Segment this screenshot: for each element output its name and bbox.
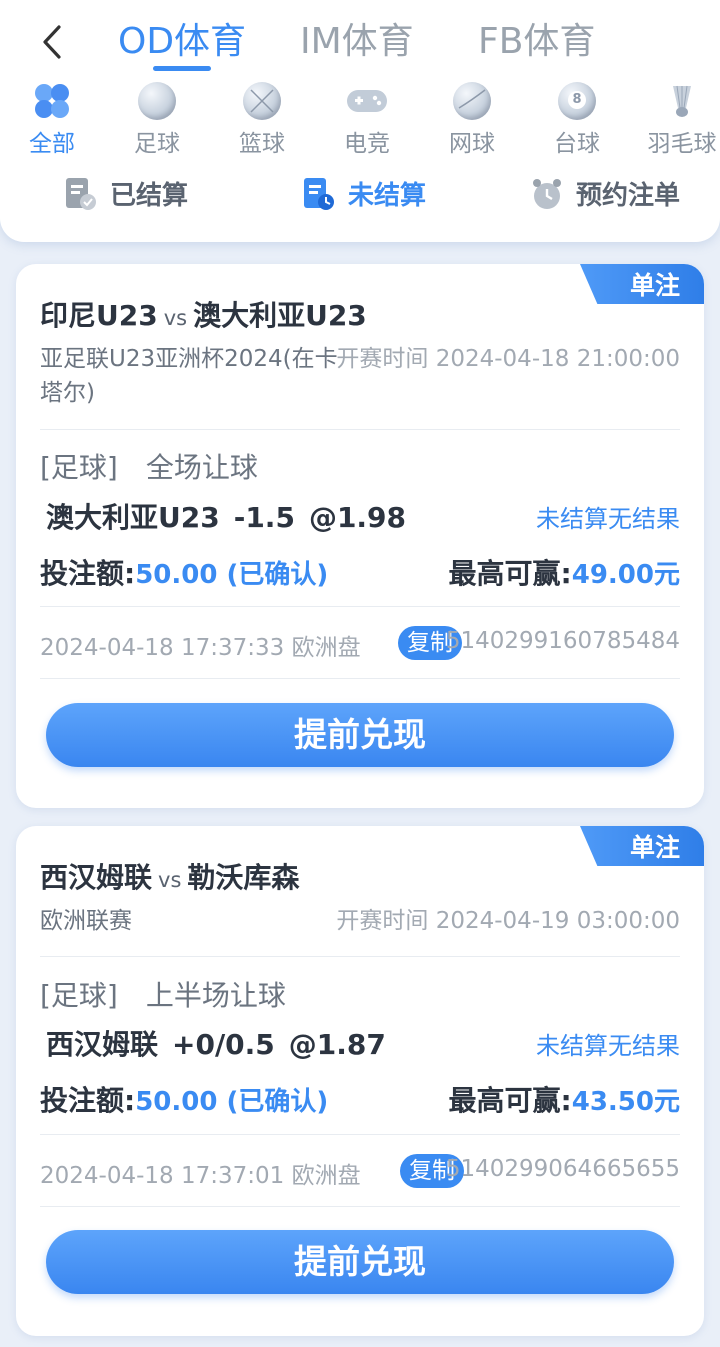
- max-win: 最高可赢:43.50元: [449, 1079, 680, 1119]
- max-win-value: 43.50元: [571, 1087, 680, 1117]
- sport-label: 篮球: [239, 131, 285, 157]
- away-team: 澳大利亚U23: [193, 299, 367, 332]
- sport-football[interactable]: 足球: [105, 80, 209, 158]
- odds: @1.87: [288, 1028, 386, 1061]
- bet-card: 单注 印尼U23 vs 澳大利亚U23 亚足联U23亚洲杯2024(在卡 塔尔) 开…: [16, 264, 704, 808]
- bet-type: [足球] 全场让球: [40, 446, 258, 486]
- divider: [40, 956, 680, 957]
- max-win-label: 最高可赢:: [448, 1084, 572, 1117]
- max-win: 最高可赢:49.00元: [449, 552, 680, 592]
- unsettled-icon: [302, 176, 336, 212]
- settled-icon: [64, 176, 98, 212]
- billiards-icon: 8: [558, 82, 596, 120]
- divider: [40, 1206, 680, 1207]
- all-icon: [33, 82, 71, 120]
- settlement-filter: 已结算 未结算 预约注单: [0, 175, 720, 221]
- stake: 投注额:50.00 (已确认): [40, 552, 328, 592]
- vs-label: vs: [163, 306, 188, 330]
- divider: [40, 429, 680, 430]
- provider-tabs: OD体育 IM体育 FB体育: [0, 14, 720, 74]
- handicap: +0/0.5: [172, 1028, 275, 1061]
- divider: [40, 678, 680, 679]
- football-icon: [138, 82, 176, 120]
- home-team: 印尼U23: [40, 299, 158, 332]
- sport-basketball[interactable]: 篮球: [210, 80, 314, 158]
- league-name: 亚足联U23亚洲杯2024(在卡: [40, 346, 338, 372]
- sport-filter: 全部 足球 篮球 电竞 网球 8 台球 羽毛球: [0, 80, 720, 160]
- sport-tennis[interactable]: 网球: [420, 80, 524, 158]
- max-win-value: 49.00元: [571, 560, 680, 590]
- divider: [40, 606, 680, 607]
- sport-label: 电竞: [344, 131, 390, 157]
- vs-label: vs: [158, 868, 182, 892]
- header: OD体育 IM体育 FB体育 全部 足球 篮球 电竞 网球 8 台球 羽毛球 已…: [0, 0, 720, 242]
- sport-label: 羽毛球: [647, 131, 717, 157]
- stake-label: 投注额:: [40, 557, 136, 590]
- tab-fb[interactable]: FB体育: [478, 14, 595, 70]
- order-number: 5140299160785484: [445, 628, 680, 654]
- filter-reserved[interactable]: 预约注单: [530, 175, 680, 212]
- placed-at: 2024-04-18 17:37:01 欧洲盘: [40, 1163, 361, 1189]
- cashout-button[interactable]: 提前兑现: [46, 703, 674, 767]
- filter-label: 预约注单: [576, 181, 681, 211]
- match-title: 印尼U23 vs 澳大利亚U23: [40, 294, 367, 334]
- filter-unsettled[interactable]: 未结算: [302, 175, 426, 212]
- sport-tag: [足球]: [40, 451, 118, 484]
- sport-badminton[interactable]: 羽毛球: [630, 80, 720, 158]
- league-name: 欧洲联赛: [40, 908, 132, 934]
- tab-im[interactable]: IM体育: [300, 14, 414, 70]
- basketball-icon: [243, 82, 281, 120]
- filter-label: 已结算: [110, 181, 189, 211]
- active-tab-indicator: [153, 66, 211, 71]
- filter-label: 未结算: [348, 181, 427, 211]
- alarm-clock-icon: [530, 176, 564, 212]
- divider: [40, 1134, 680, 1135]
- tab-od[interactable]: OD体育: [118, 14, 246, 70]
- cashout-button[interactable]: 提前兑现: [46, 1230, 674, 1294]
- sport-label: 全部: [29, 131, 75, 157]
- odds: @1.98: [308, 501, 407, 534]
- gamepad-icon: [345, 82, 389, 120]
- away-team: 勒沃库森: [187, 861, 300, 894]
- stake: 投注额:50.00 (已确认): [40, 1079, 328, 1119]
- sport-billiards[interactable]: 8 台球: [525, 80, 629, 158]
- placed-at: 2024-04-18 17:37:33 欧洲盘: [40, 635, 361, 661]
- bet-card: 单注 西汉姆联 vs 勒沃库森 欧洲联赛 开赛时间 2024-04-19 03:00…: [16, 826, 704, 1336]
- sport-esports[interactable]: 电竞: [315, 80, 419, 158]
- handicap: -1.5: [233, 501, 295, 534]
- single-bet-badge: 单注: [580, 264, 704, 304]
- selection: 澳大利亚U23 -1.5 @1.98: [46, 496, 406, 536]
- match-title: 西汉姆联 vs 勒沃库森: [40, 856, 299, 896]
- filter-settled[interactable]: 已结算: [64, 175, 188, 212]
- sport-label: 网球: [449, 131, 495, 157]
- max-win-label: 最高可赢:: [448, 557, 572, 590]
- bet-type: [足球] 上半场让球: [40, 974, 286, 1014]
- order-number: 5140299064665655: [445, 1156, 680, 1182]
- sport-label: 足球: [134, 131, 180, 157]
- sport-tag: [足球]: [40, 979, 118, 1012]
- stake-label: 投注额:: [40, 1084, 136, 1117]
- sport-all[interactable]: 全部: [0, 80, 104, 158]
- single-bet-badge: 单注: [580, 826, 704, 866]
- result-status: 未结算无结果: [536, 505, 680, 533]
- start-time: 开赛时间 2024-04-18 21:00:00: [336, 346, 680, 372]
- selection-team: 西汉姆联: [46, 1028, 159, 1061]
- selection-team: 澳大利亚U23: [46, 501, 220, 534]
- sport-label: 台球: [554, 131, 600, 157]
- home-team: 西汉姆联: [40, 861, 153, 894]
- market-name: 上半场让球: [145, 979, 286, 1012]
- stake-value: 50.00 (已确认): [135, 1087, 329, 1117]
- badminton-icon: [663, 82, 701, 120]
- selection: 西汉姆联 +0/0.5 @1.87: [46, 1023, 386, 1063]
- league-name-continued: 塔尔): [40, 380, 95, 406]
- tennis-icon: [453, 82, 491, 120]
- result-status: 未结算无结果: [536, 1032, 680, 1060]
- start-time: 开赛时间 2024-04-19 03:00:00: [336, 908, 680, 934]
- stake-value: 50.00 (已确认): [135, 560, 329, 590]
- market-name: 全场让球: [145, 451, 258, 484]
